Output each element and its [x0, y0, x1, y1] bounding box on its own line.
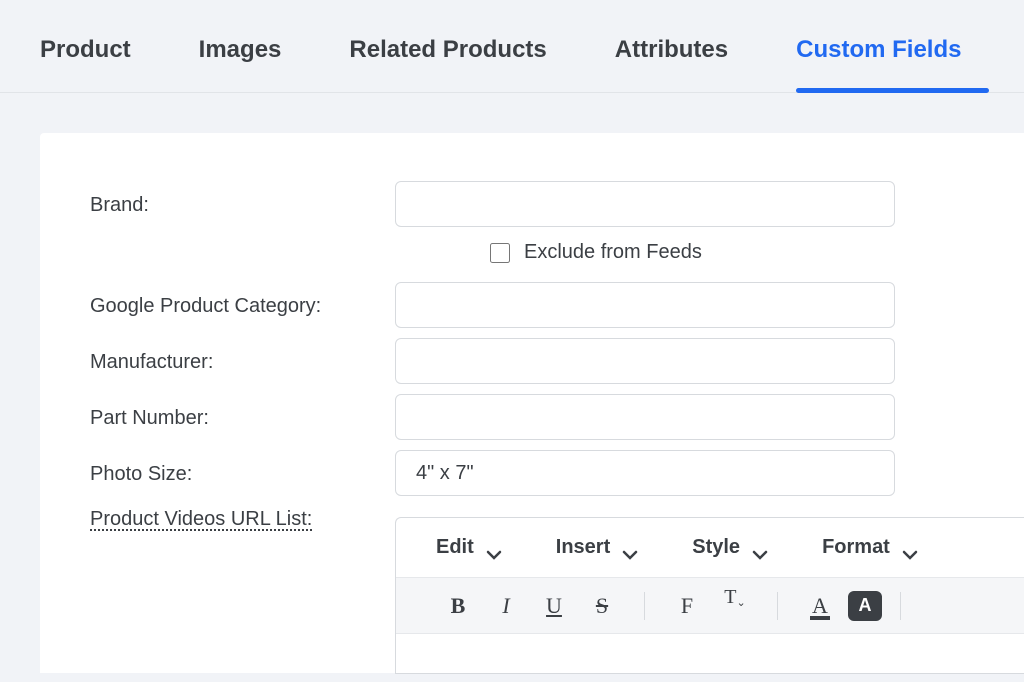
- input-part-number[interactable]: [395, 394, 895, 440]
- font-size-button[interactable]: T⌄: [711, 586, 759, 626]
- editor-body[interactable]: [396, 633, 1024, 673]
- bold-button[interactable]: B: [434, 586, 482, 626]
- editor-menu-edit[interactable]: Edit: [436, 536, 486, 559]
- font-color-bar: [810, 616, 830, 620]
- label-photo-size: Photo Size:: [90, 461, 395, 486]
- editor-menu-style-label: Style: [692, 536, 740, 559]
- toolbar-separator: [900, 592, 901, 620]
- tab-product[interactable]: Product: [40, 36, 131, 92]
- field-row-exclude-feeds: Exclude from Feeds: [490, 241, 1024, 264]
- input-google-category[interactable]: [395, 282, 895, 328]
- editor-menu-style[interactable]: Style: [692, 536, 752, 559]
- label-manufacturer: Manufacturer:: [90, 349, 395, 374]
- editor-menu-insert[interactable]: Insert: [556, 536, 622, 559]
- label-videos: Product Videos URL List:: [90, 506, 395, 531]
- field-row-part-number: Part Number:: [90, 394, 1024, 440]
- editor-menubar: Edit Insert Style Format: [396, 518, 1024, 577]
- label-google-category: Google Product Category:: [90, 293, 395, 318]
- rich-text-editor: Edit Insert Style Format B I U S F: [395, 517, 1024, 674]
- tab-images[interactable]: Images: [199, 36, 282, 92]
- font-size-label: T: [724, 586, 736, 609]
- highlight-button[interactable]: A: [848, 591, 882, 621]
- label-part-number: Part Number:: [90, 405, 395, 430]
- tab-related-products[interactable]: Related Products: [349, 36, 546, 92]
- tab-custom-fields[interactable]: Custom Fields: [796, 36, 961, 92]
- toolbar-separator: [777, 592, 778, 620]
- label-brand: Brand:: [90, 192, 395, 217]
- italic-button[interactable]: I: [482, 586, 530, 626]
- editor-toolbar: B I U S F T⌄ A A: [396, 577, 1024, 633]
- tab-attributes[interactable]: Attributes: [615, 36, 728, 92]
- input-photo-size[interactable]: [395, 450, 895, 496]
- editor-menu-edit-label: Edit: [436, 536, 474, 559]
- checkbox-exclude-feeds[interactable]: [490, 243, 510, 263]
- editor-menu-format-label: Format: [822, 536, 890, 559]
- underline-button[interactable]: U: [530, 586, 578, 626]
- label-exclude-feeds: Exclude from Feeds: [524, 241, 702, 264]
- editor-menu-insert-label: Insert: [556, 536, 610, 559]
- editor-menu-format[interactable]: Format: [822, 536, 902, 559]
- field-row-manufacturer: Manufacturer:: [90, 338, 1024, 384]
- font-family-button[interactable]: F: [663, 586, 711, 626]
- font-color-button[interactable]: A: [796, 586, 844, 626]
- toolbar-separator: [644, 592, 645, 620]
- tab-bar: Product Images Related Products Attribut…: [0, 0, 1024, 93]
- field-row-brand: Brand:: [90, 181, 1024, 227]
- input-manufacturer[interactable]: [395, 338, 895, 384]
- font-size-sub: ⌄: [737, 596, 746, 609]
- field-row-google-category: Google Product Category:: [90, 282, 1024, 328]
- input-brand[interactable]: [395, 181, 895, 227]
- strikethrough-button[interactable]: S: [578, 586, 626, 626]
- field-row-photo-size: Photo Size:: [90, 450, 1024, 496]
- custom-fields-card: Brand: Exclude from Feeds Google Product…: [40, 133, 1024, 673]
